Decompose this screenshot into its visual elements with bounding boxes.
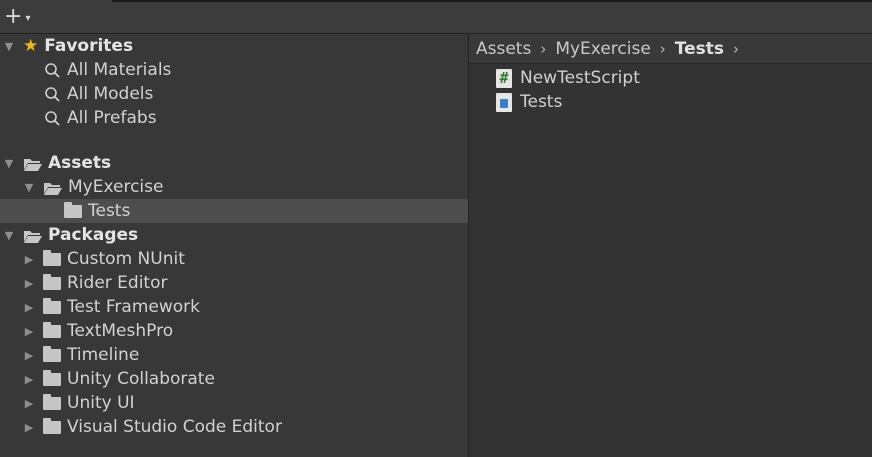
collapse-arrow-icon[interactable]: ▶	[23, 421, 35, 434]
tree-item-label: All Materials	[67, 60, 172, 80]
chevron-right-icon: ›	[659, 39, 666, 58]
tree-item-label: Unity UI	[67, 393, 135, 413]
tree-item-label: Timeline	[67, 345, 140, 365]
collapse-arrow-icon[interactable]: ▶	[23, 277, 35, 290]
folder-icon	[43, 369, 61, 386]
project-toolbar: + ▾	[0, 0, 872, 34]
collapse-arrow-icon[interactable]: ▶	[23, 397, 35, 410]
folder-icon	[43, 297, 61, 314]
breadcrumb-item-assets[interactable]: Assets	[476, 39, 531, 59]
breadcrumb: Assets › MyExercise › Tests ›	[469, 34, 872, 64]
tree-item-label: MyExercise	[68, 177, 164, 197]
breadcrumb-item-myexercise[interactable]: MyExercise	[555, 39, 650, 59]
tree-item-label: Tests	[88, 201, 131, 221]
tree-item-myexercise[interactable]: ▼ MyExercise	[0, 175, 488, 199]
plus-icon: +	[4, 4, 23, 29]
tree-item-label: Test Framework	[67, 297, 200, 317]
search-icon	[44, 110, 61, 127]
tree-item-timeline[interactable]: ▶ Timeline	[0, 343, 488, 367]
tree-item-favorites[interactable]: ▼ ★ Favorites	[0, 34, 468, 58]
collapse-arrow-icon[interactable]: ▶	[23, 373, 35, 386]
folder-icon	[43, 345, 61, 362]
folder-icon	[43, 249, 61, 266]
folder-open-icon	[23, 157, 42, 171]
breadcrumb-item-tests[interactable]: Tests	[675, 39, 724, 59]
collapse-arrow-icon[interactable]: ▶	[23, 349, 35, 362]
folder-icon	[43, 417, 61, 434]
tree-item-custom-nunit[interactable]: ▶ Custom NUnit	[0, 247, 488, 271]
folder-contents-pane[interactable]: Assets › MyExercise › Tests › # NewTestS…	[469, 34, 872, 457]
tree-item-label: TextMeshPro	[67, 321, 174, 341]
expand-arrow-icon[interactable]: ▼	[3, 229, 15, 242]
tree-item-packages[interactable]: ▼ Packages	[0, 223, 468, 247]
tree-item-tests[interactable]: Tests	[0, 199, 532, 223]
collapse-arrow-icon[interactable]: ▶	[23, 301, 35, 314]
collapse-arrow-icon[interactable]: ▶	[23, 325, 35, 338]
tree-item-label: Rider Editor	[67, 273, 168, 293]
tree-item-label: Packages	[48, 225, 139, 245]
tree-item-unity-collaborate[interactable]: ▶ Unity Collaborate	[0, 367, 488, 391]
tree-item-label: Favorites	[44, 36, 134, 56]
folder-icon	[64, 201, 82, 218]
tree-item-all-models[interactable]: All Models	[0, 82, 512, 106]
chevron-right-icon: ›	[540, 39, 547, 58]
create-button[interactable]: + ▾	[4, 5, 44, 29]
collapse-arrow-icon[interactable]: ▶	[23, 253, 35, 266]
tree-item-label: Unity Collaborate	[67, 369, 215, 389]
tree-item-textmeshpro[interactable]: ▶ TextMeshPro	[0, 319, 488, 343]
folder-icon	[43, 273, 61, 290]
expand-arrow-icon[interactable]: ▼	[3, 157, 15, 170]
tree-item-rider-editor[interactable]: ▶ Rider Editor	[0, 271, 488, 295]
tree-item-test-framework[interactable]: ▶ Test Framework	[0, 295, 488, 319]
file-name: NewTestScript	[520, 68, 640, 88]
tree-item-label: All Models	[67, 84, 154, 104]
search-icon	[44, 62, 61, 79]
tree-item-label: All Prefabs	[67, 108, 157, 128]
folder-tree-pane[interactable]: ▼ ★ Favorites All Materials All Models A…	[0, 34, 532, 457]
csharp-script-icon: #	[496, 68, 512, 88]
tree-item-unity-ui[interactable]: ▶ Unity UI	[0, 391, 488, 415]
caret-down-icon: ▾	[25, 12, 31, 24]
tree-item-assets[interactable]: ▼ Assets	[0, 151, 468, 175]
file-item-newtestscript[interactable]: # NewTestScript	[496, 66, 640, 90]
tree-item-all-prefabs[interactable]: All Prefabs	[0, 106, 512, 130]
expand-arrow-icon[interactable]: ▼	[3, 40, 15, 53]
tree-item-label: Visual Studio Code Editor	[67, 417, 282, 437]
chevron-right-icon[interactable]: ›	[733, 40, 739, 58]
search-icon	[44, 86, 61, 103]
tree-item-all-materials[interactable]: All Materials	[0, 58, 512, 82]
expand-arrow-icon[interactable]: ▼	[23, 181, 35, 194]
tree-item-label: Assets	[48, 153, 112, 173]
tree-item-vscode-editor[interactable]: ▶ Visual Studio Code Editor	[0, 415, 488, 439]
folder-open-icon	[43, 181, 62, 195]
star-icon: ★	[23, 36, 39, 56]
tree-item-label: Custom NUnit	[67, 249, 185, 269]
toolbar-top-border	[112, 0, 872, 2]
file-item-tests-asmdef[interactable]: Tests	[496, 90, 562, 114]
file-name: Tests	[520, 92, 563, 112]
folder-icon	[43, 321, 61, 338]
folder-open-icon	[23, 229, 42, 243]
assembly-definition-icon	[496, 92, 512, 112]
folder-icon	[43, 393, 61, 410]
